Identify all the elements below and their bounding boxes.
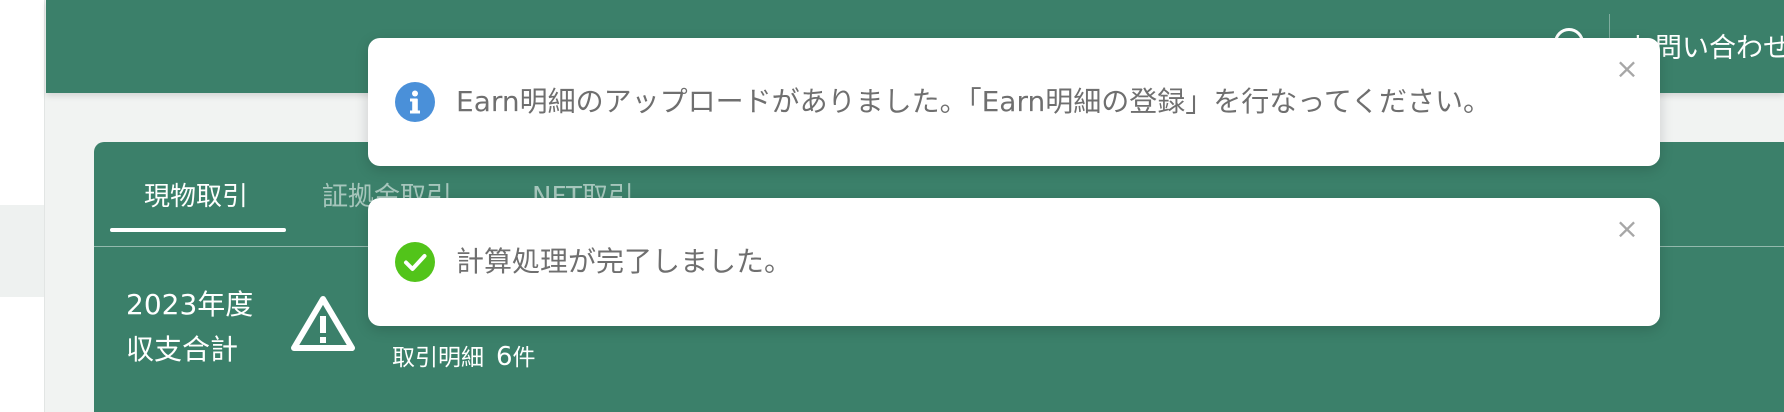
info-notification: Earn明細のアップロードがありました。「Earn明細の登録」を行なってください…: [368, 38, 1660, 166]
check-circle-icon: [395, 242, 435, 282]
success-notification: 計算処理が完了しました。 ×: [368, 198, 1660, 326]
tab-spot-trading[interactable]: 現物取引: [144, 176, 248, 213]
info-notification-message: Earn明細のアップロードがありました。「Earn明細の登録」を行なってください…: [456, 85, 1491, 118]
transaction-count-value: 6: [496, 342, 513, 372]
transaction-count-unit: 件: [512, 345, 536, 371]
year-summary-label: 2023年度 収支合計: [126, 282, 253, 372]
left-sidebar: [0, 0, 45, 412]
info-circle-icon: [395, 82, 435, 122]
transaction-count-label: 取引明細: [392, 345, 484, 371]
fiscal-year: 2023年度: [126, 288, 254, 321]
close-icon[interactable]: ×: [1612, 214, 1642, 244]
transaction-count[interactable]: 取引明細 6件: [392, 338, 536, 372]
total-balance-label: 収支合計: [126, 333, 239, 366]
active-tab-indicator: [110, 228, 286, 232]
sidebar-selected-row[interactable]: [0, 205, 44, 297]
close-icon[interactable]: ×: [1612, 54, 1642, 84]
success-notification-message: 計算処理が完了しました。: [456, 245, 793, 278]
warning-triangle-icon: [291, 296, 355, 351]
